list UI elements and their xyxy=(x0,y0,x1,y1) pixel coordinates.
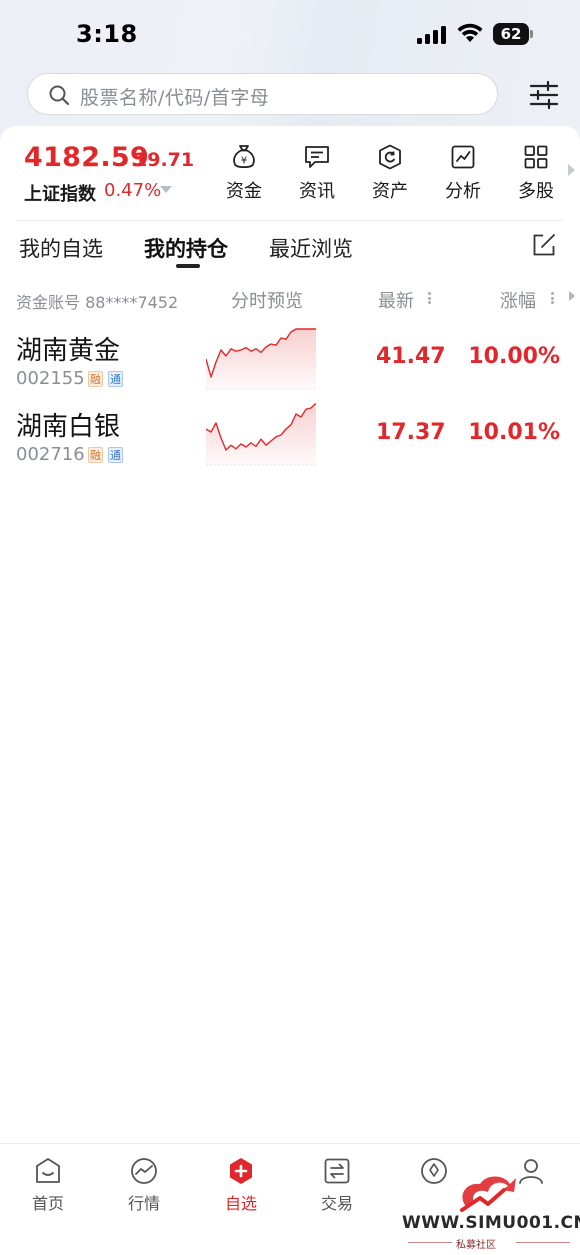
stock-name: 湖南黄金 xyxy=(16,336,121,366)
edit-icon[interactable] xyxy=(532,233,556,257)
margin-badge: 融 xyxy=(88,447,103,463)
stock-code: 002716 xyxy=(16,444,85,465)
quick-action-funds[interactable]: ¥ 资金 xyxy=(216,143,272,203)
nav-label: 行情 xyxy=(127,1194,160,1213)
nav-label: 自选 xyxy=(224,1194,257,1213)
column-latest-price[interactable]: 最新 xyxy=(378,287,414,313)
quick-action-multi-stock[interactable]: 多股 xyxy=(508,143,564,203)
market-icon xyxy=(131,1158,157,1184)
watermark-subtitle: 私募社区 xyxy=(456,1240,496,1251)
chart-icon xyxy=(451,145,475,169)
cellular-signal-icon xyxy=(417,24,449,44)
quick-action-label: 资讯 xyxy=(299,181,335,202)
stock-name: 湖南白银 xyxy=(16,412,121,442)
connect-badge: 通 xyxy=(108,371,123,387)
tab-watchlist[interactable]: 我的自选 xyxy=(19,233,103,263)
stock-change: 10.00% xyxy=(468,344,560,369)
message-icon xyxy=(305,146,329,168)
battery-icon: 62 xyxy=(493,23,533,45)
quick-action-news[interactable]: 资讯 xyxy=(289,143,345,203)
watermark-line xyxy=(516,1242,570,1243)
nav-label: 首页 xyxy=(31,1194,64,1213)
stock-price: 17.37 xyxy=(376,420,446,445)
search-placeholder: 股票名称/代码/首字母 xyxy=(80,87,270,109)
intraday-sparkline xyxy=(206,402,316,466)
nav-watchlist[interactable]: 自选 xyxy=(211,1156,271,1214)
main-card xyxy=(0,126,580,1146)
active-tab-indicator xyxy=(176,264,200,268)
nav-label: 交易 xyxy=(320,1194,353,1213)
account-number: 资金账号 88****7452 xyxy=(16,293,179,312)
connect-badge: 通 xyxy=(108,447,123,463)
sparkline-area xyxy=(206,329,316,390)
intraday-sparkline xyxy=(206,328,316,390)
grid-icon xyxy=(524,145,548,169)
quick-action-analysis[interactable]: 分析 xyxy=(435,143,491,203)
sparkline-area xyxy=(206,403,316,466)
asset-icon xyxy=(379,144,401,170)
battery-level: 62 xyxy=(493,23,529,45)
money-bag-icon: ¥ xyxy=(233,145,255,169)
index-change: 19.71 xyxy=(134,149,195,171)
stock-row[interactable]: 湖南白银 002716 融 通 17.37 10.01% xyxy=(0,402,580,478)
index-name[interactable]: 上证指数 xyxy=(24,180,96,206)
watchlist-icon xyxy=(230,1158,252,1184)
nav-market[interactable]: 行情 xyxy=(114,1156,174,1214)
status-time: 3:18 xyxy=(76,20,138,48)
nav-trade[interactable]: 交易 xyxy=(307,1156,367,1214)
stock-change: 10.01% xyxy=(468,420,560,445)
stock-price: 41.47 xyxy=(376,344,446,369)
index-switch-caret-icon[interactable] xyxy=(160,186,172,193)
stock-code: 002155 xyxy=(16,368,85,389)
divider xyxy=(16,220,564,221)
quick-action-label: 资产 xyxy=(372,181,408,202)
search-input[interactable]: 股票名称/代码/首字母 xyxy=(27,73,498,115)
stock-row[interactable]: 湖南黄金 002155 融 通 41.47 10.00% xyxy=(0,326,580,402)
wifi-icon xyxy=(457,23,483,42)
quick-action-label: 分析 xyxy=(445,181,481,202)
quick-action-assets[interactable]: 资产 xyxy=(362,143,418,203)
quick-action-label: 多股 xyxy=(518,181,554,202)
search-icon xyxy=(49,85,70,106)
svg-text:¥: ¥ xyxy=(241,156,247,167)
column-intraday-preview: 分时预览 xyxy=(231,291,303,312)
sort-latest-icon[interactable] xyxy=(428,292,431,304)
margin-badge: 融 xyxy=(88,371,103,387)
index-percent: 0.47% xyxy=(104,180,162,201)
column-change[interactable]: 涨幅 xyxy=(500,287,536,313)
trade-icon xyxy=(324,1158,350,1184)
home-icon xyxy=(36,1158,60,1183)
index-value[interactable]: 4182.59 xyxy=(24,142,149,173)
watermark-line xyxy=(408,1242,452,1243)
quick-action-label: 资金 xyxy=(226,181,262,202)
watermark-text: WWW.SIMU001.CN xyxy=(402,1213,580,1233)
status-bar: 3:18 62 xyxy=(0,0,580,70)
nav-home[interactable]: 首页 xyxy=(18,1156,78,1214)
sort-change-icon[interactable] xyxy=(551,292,554,304)
scroll-right-arrow-icon[interactable] xyxy=(568,164,575,176)
tab-holdings[interactable]: 我的持仓 xyxy=(144,233,228,263)
tab-recent[interactable]: 最近浏览 xyxy=(269,233,353,263)
filter-settings-icon[interactable] xyxy=(528,80,560,110)
scroll-right-arrow-icon[interactable] xyxy=(569,291,575,301)
